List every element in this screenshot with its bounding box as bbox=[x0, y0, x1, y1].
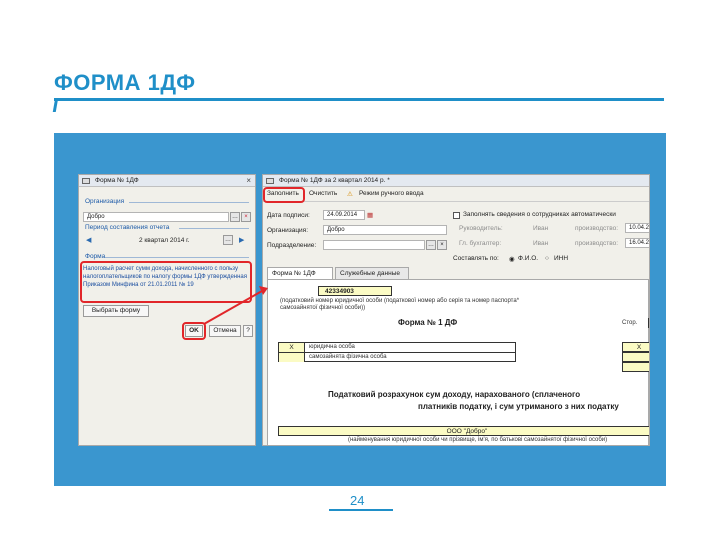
form-selection-dialog: Форма № 1ДФ × Организация Добро … × Пери… bbox=[78, 174, 256, 446]
inn-option-label: ИНН bbox=[554, 255, 569, 262]
tax-code-caption: (податковий номер юридичної особи (подат… bbox=[280, 298, 520, 311]
window-title: Форма № 1ДФ за 2 квартал 2014 р. * bbox=[279, 177, 390, 184]
auto-fill-label: Заполнять сведения о сотрудниках автомат… bbox=[463, 211, 616, 218]
producer-date-1[interactable]: 10.04.2 bbox=[625, 223, 649, 233]
window-icon bbox=[266, 178, 274, 184]
close-icon[interactable]: × bbox=[246, 175, 251, 187]
period-value: 2 квартал 2014 г. bbox=[139, 237, 190, 244]
org-section-label: Организация bbox=[85, 198, 125, 205]
division-label: Подразделение: bbox=[267, 242, 317, 249]
slide-title: ФОРМА 1ДФ bbox=[54, 70, 196, 95]
calendar-icon[interactable]: ▦ bbox=[367, 211, 373, 219]
form-section-label: Форма bbox=[85, 253, 106, 260]
producer-date-2[interactable]: 16.04.2 bbox=[625, 238, 649, 248]
fill-highlight bbox=[263, 187, 305, 203]
right-box-3[interactable] bbox=[622, 362, 649, 372]
date-field[interactable]: 24.09.2014 bbox=[323, 210, 365, 220]
edit-mode-button[interactable]: Режим ручного ввода bbox=[359, 190, 424, 197]
period-prev-icon[interactable]: ◀ bbox=[86, 236, 94, 244]
form-section-line bbox=[105, 257, 249, 258]
report-heading-2: платників податку, і сум утриманого з ни… bbox=[418, 402, 619, 411]
entity-type-table: X юридична особа самозайнята фізична осо… bbox=[278, 342, 516, 362]
window-icon bbox=[82, 178, 90, 184]
title-rule bbox=[54, 98, 664, 101]
producer-label-1: производство: bbox=[575, 225, 619, 232]
period-section-line bbox=[179, 228, 249, 229]
inn-radio[interactable]: ○ bbox=[545, 255, 549, 262]
page-field[interactable] bbox=[648, 318, 649, 328]
right-box-2[interactable] bbox=[622, 352, 649, 362]
company-caption: (найменування юридичної особи чи прізвищ… bbox=[348, 437, 608, 443]
main-form-window: Форма № 1ДФ за 2 квартал 2014 р. * Запол… bbox=[262, 174, 650, 446]
page-label: Стор. bbox=[622, 320, 638, 326]
company-field[interactable]: ООО "Добро" bbox=[278, 426, 649, 436]
org-open-icon[interactable]: × bbox=[241, 212, 251, 222]
row1-text: юридична особа bbox=[309, 344, 355, 350]
cancel-button[interactable]: Отмена bbox=[209, 325, 241, 337]
tab-service-data[interactable]: Служебные данные bbox=[335, 267, 409, 279]
document-area: 42334903 (податковий номер юридичної осо… bbox=[267, 279, 649, 445]
auto-fill-checkbox[interactable] bbox=[453, 212, 460, 219]
dialog-titlebar: Форма № 1ДФ × bbox=[79, 175, 255, 187]
head-value: Иван bbox=[533, 225, 549, 232]
period-select-button[interactable]: … bbox=[223, 235, 233, 245]
org-field[interactable]: Добро bbox=[83, 212, 229, 222]
tab-form[interactable]: Форма № 1ДФ bbox=[267, 267, 333, 279]
division-clear-button[interactable]: × bbox=[437, 240, 447, 250]
org-field[interactable]: Добро bbox=[323, 225, 447, 235]
tax-code-field[interactable]: 42334903 bbox=[318, 286, 392, 296]
accountant-value: Иван bbox=[533, 240, 549, 247]
ok-highlight bbox=[182, 322, 206, 340]
org-section-line bbox=[129, 202, 249, 203]
period-section-label: Период составления отчета bbox=[85, 224, 170, 231]
period-next-icon[interactable]: ▶ bbox=[239, 236, 247, 244]
division-field[interactable] bbox=[323, 240, 425, 250]
org-label: Организация: bbox=[267, 227, 309, 234]
description-highlight bbox=[80, 261, 252, 303]
row2-text: самозайнята фізична особа bbox=[309, 354, 387, 360]
page-number-rule bbox=[329, 509, 393, 511]
toolbar: Заполнить Очистить ⚠ Режим ручного ввода bbox=[263, 188, 649, 202]
compose-label: Составлять по: bbox=[453, 255, 499, 262]
row2-mark[interactable] bbox=[279, 353, 305, 362]
producer-label-2: производство: bbox=[575, 240, 619, 247]
form-title: Форма № 1 ДФ bbox=[398, 318, 458, 327]
row-divider bbox=[279, 352, 515, 353]
page-number: 24 bbox=[350, 493, 365, 508]
division-select-button[interactable]: … bbox=[426, 240, 436, 250]
date-label: Дата подписи: bbox=[267, 212, 310, 219]
org-select-button[interactable]: … bbox=[230, 212, 240, 222]
dialog-title: Форма № 1ДФ bbox=[95, 177, 139, 184]
right-mark[interactable]: X bbox=[622, 342, 649, 352]
accountant-label: Гл. бухгалтер: bbox=[459, 240, 502, 247]
warning-icon: ⚠ bbox=[347, 191, 353, 198]
fio-option-label: Ф.И.О. bbox=[518, 255, 539, 262]
clear-button[interactable]: Очистить bbox=[309, 190, 337, 197]
head-label: Руководитель: bbox=[459, 225, 503, 232]
select-form-button[interactable]: Выбрать форму bbox=[83, 305, 149, 317]
report-heading-1: Податковий розрахунок сум доходу, нарахо… bbox=[328, 390, 581, 399]
window-titlebar: Форма № 1ДФ за 2 квартал 2014 р. * bbox=[263, 175, 649, 187]
fio-radio[interactable]: ◉ bbox=[509, 255, 515, 263]
help-icon[interactable]: ? bbox=[243, 325, 253, 337]
